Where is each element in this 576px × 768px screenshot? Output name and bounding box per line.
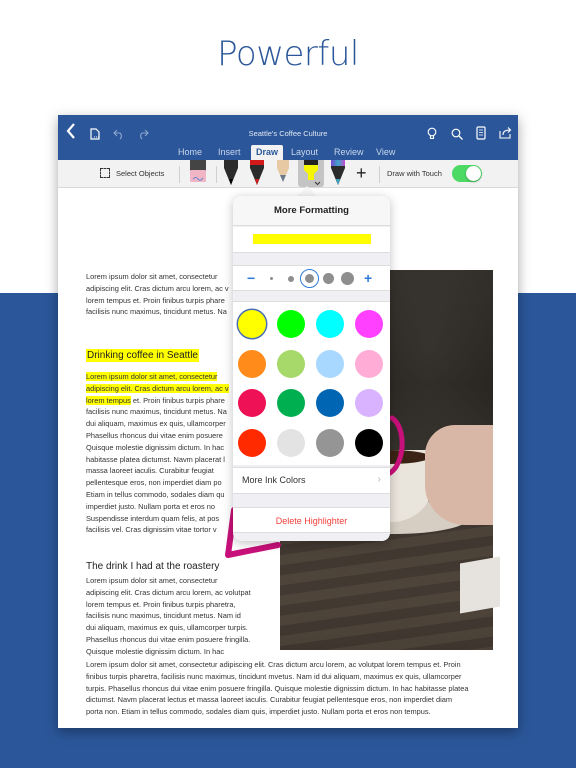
hero-title: Powerful	[217, 34, 359, 74]
chevron-right-icon: ›	[377, 474, 381, 485]
color-swatch[interactable]	[316, 389, 344, 417]
color-palette	[233, 301, 390, 465]
color-swatch[interactable]	[316, 310, 344, 338]
thickness-option-4[interactable]	[323, 273, 334, 284]
color-swatch[interactable]	[355, 310, 383, 338]
decrease-thickness-button[interactable]: −	[247, 270, 255, 286]
ink-preview	[233, 227, 390, 253]
color-swatch[interactable]	[355, 389, 383, 417]
color-swatch[interactable]	[238, 349, 266, 378]
color-swatch[interactable]	[277, 389, 305, 417]
popover-title: More Formatting	[233, 196, 390, 226]
thickness-selector: − +	[233, 265, 390, 291]
delete-highlighter-label: Delete Highlighter	[275, 516, 348, 526]
color-swatch[interactable]	[355, 428, 383, 457]
thickness-option-2[interactable]	[288, 275, 294, 282]
color-swatch[interactable]	[355, 349, 383, 378]
color-swatch[interactable]	[316, 428, 344, 457]
color-swatch[interactable]	[238, 428, 266, 457]
delete-highlighter-button[interactable]: Delete Highlighter	[233, 507, 390, 533]
more-formatting-popover: More Formatting − + More Ink Colors › De…	[233, 196, 390, 541]
more-ink-colors-label: More Ink Colors	[242, 475, 306, 485]
thickness-option-3[interactable]	[305, 274, 314, 283]
ink-preview-bar	[253, 234, 371, 244]
color-swatch[interactable]	[316, 349, 344, 378]
thickness-option-1[interactable]	[270, 277, 273, 280]
color-swatch[interactable]	[277, 310, 305, 338]
color-swatch[interactable]	[277, 428, 305, 457]
increase-thickness-button[interactable]: +	[364, 270, 372, 286]
color-swatch[interactable]	[238, 389, 266, 417]
more-ink-colors-row[interactable]: More Ink Colors ›	[233, 467, 390, 494]
color-swatch[interactable]	[277, 349, 305, 378]
color-swatch[interactable]	[238, 310, 266, 338]
thickness-option-5[interactable]	[341, 272, 354, 285]
